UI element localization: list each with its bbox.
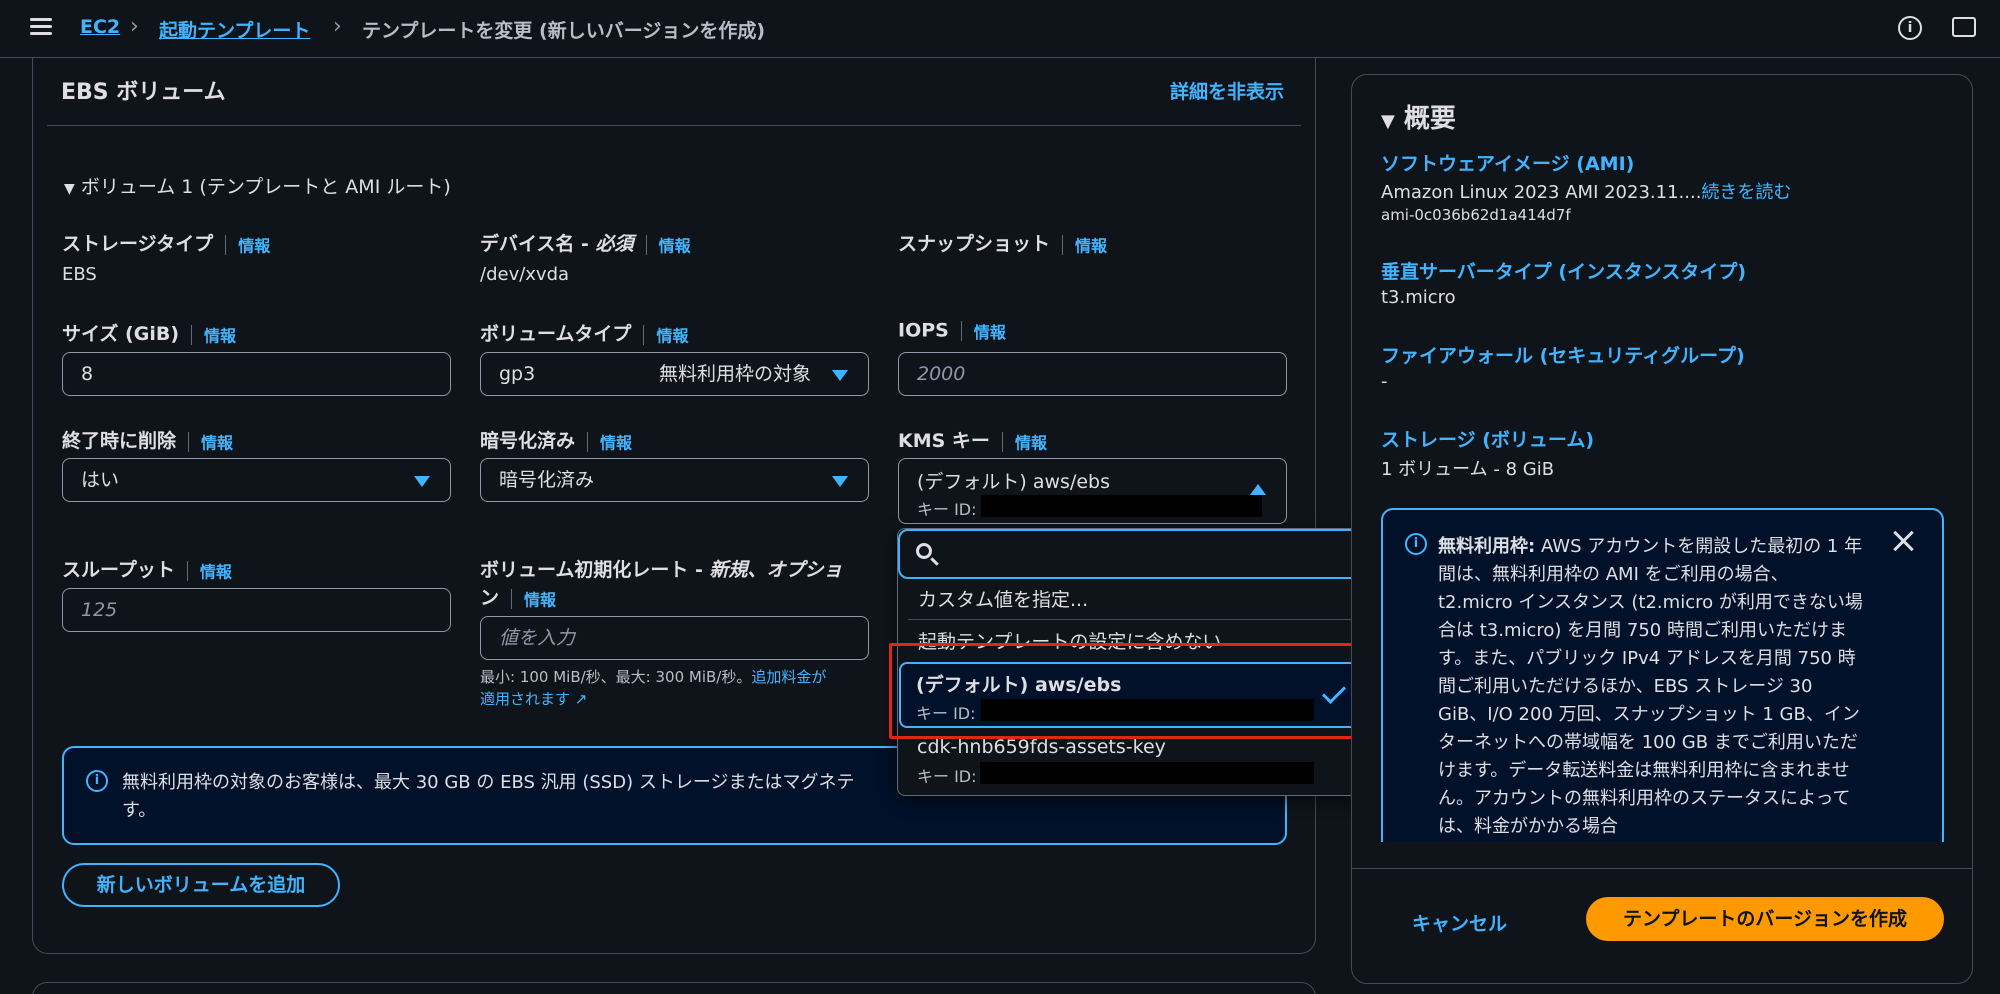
volume-1-header: ボリューム 1 (テンプレートと AMI ルート) xyxy=(80,176,451,198)
init-rate-info-link[interactable]: 情報 xyxy=(524,591,556,610)
free-tier-eligible-tag: 無料利用枠の対象 xyxy=(659,363,812,385)
kms-key-select[interactable]: (デフォルト) aws/ebs キー ID: xyxy=(898,458,1287,524)
delete-on-termination-value: はい xyxy=(81,469,120,491)
init-rate-hint: 最小: 100 MiB/秒、最大: 300 MiB/秒。追加料金が xyxy=(480,668,827,686)
kms-key-value: (デフォルト) aws/ebs xyxy=(917,471,1110,493)
storage-link[interactable]: ストレージ (ボリューム) xyxy=(1381,425,1594,452)
chevron-right-icon: › xyxy=(130,14,139,39)
divider xyxy=(908,619,1355,620)
storage-type-label: ストレージタイプ 情報 xyxy=(62,233,271,256)
ami-id: ami-0c036b62d1a414d7f xyxy=(1381,206,1571,224)
caret-down-icon xyxy=(414,476,430,487)
storage-type-info-link[interactable]: 情報 xyxy=(238,237,270,256)
delete-on-termination-info-link[interactable]: 情報 xyxy=(201,434,233,453)
throughput-input[interactable]: 125 xyxy=(62,588,451,632)
redacted-key-id xyxy=(980,762,1314,784)
throughput-info-link[interactable]: 情報 xyxy=(200,563,232,582)
hide-details-link[interactable]: 詳細を非表示 xyxy=(1170,77,1284,104)
breadcrumb-launch-templates[interactable]: 起動テンプレート xyxy=(159,16,310,43)
device-name-value: /dev/xvda xyxy=(480,264,570,285)
delete-on-termination-label: 終了時に削除 情報 xyxy=(62,430,234,453)
volume-type-select[interactable]: gp3 無料利用枠の対象 xyxy=(480,352,869,396)
storage-value: 1 ボリューム - 8 GiB xyxy=(1381,459,1555,480)
search-icon xyxy=(916,543,932,559)
volume-type-value: gp3 xyxy=(499,363,536,385)
encrypted-label: 暗号化済み 情報 xyxy=(480,430,633,453)
snapshot-label: スナップショット 情報 xyxy=(898,233,1108,256)
kms-key-id-label: キー ID: xyxy=(917,500,977,519)
search-icon-handle xyxy=(930,557,939,566)
volume-1-expander[interactable]: ▼ ボリューム 1 (テンプレートと AMI ルート) xyxy=(64,172,451,199)
info-icon: i xyxy=(1405,533,1427,555)
cancel-button[interactable]: キャンセル xyxy=(1412,909,1507,936)
divider xyxy=(1351,868,1973,869)
option-key-id-label: キー ID: xyxy=(917,767,977,786)
info-icon[interactable]: i xyxy=(1898,16,1922,40)
storage-type-value: EBS xyxy=(62,264,97,285)
top-navigation-bar: EC2 › 起動テンプレート › テンプレートを変更 (新しいバージョンを作成)… xyxy=(0,0,2000,58)
encrypted-select[interactable]: 暗号化済み xyxy=(480,458,869,502)
firewall-value: - xyxy=(1381,371,1388,392)
throughput-label: スループット 情報 xyxy=(62,559,232,582)
caret-down-icon: ▼ xyxy=(64,181,75,197)
create-template-version-button[interactable]: テンプレートのバージョンを作成 xyxy=(1586,897,1944,941)
snapshot-info-link[interactable]: 情報 xyxy=(1075,237,1107,256)
caret-down-icon xyxy=(832,476,848,487)
menu-icon[interactable] xyxy=(30,18,52,36)
encrypted-info-link[interactable]: 情報 xyxy=(600,434,632,453)
ami-value: Amazon Linux 2023 AMI 2023.11....続きを読む xyxy=(1381,182,1792,203)
caret-down-icon: ▼ xyxy=(1381,111,1395,132)
redacted-key-id xyxy=(981,495,1262,517)
breadcrumb-current: テンプレートを変更 (新しいバージョンを作成) xyxy=(362,20,766,42)
read-more-link[interactable]: 続きを読む xyxy=(1701,182,1791,203)
add-new-volume-button[interactable]: 新しいボリュームを追加 xyxy=(62,863,340,907)
next-section-panel xyxy=(32,982,1316,994)
free-tier-summary-text: 無料利用枠: AWS アカウントを開設した最初の 1 年間は、無料利用枠の AM… xyxy=(1438,536,1863,837)
kms-option-cdk-assets-key[interactable]: cdk-hnb659fds-assets-key xyxy=(917,736,1166,758)
volume-type-info-link[interactable]: 情報 xyxy=(656,327,688,346)
init-rate-hint-line2: 適用されます ↗ xyxy=(480,688,587,710)
highlight-annotation-box xyxy=(889,643,1377,739)
info-icon: i xyxy=(86,770,108,792)
device-name-info-link[interactable]: 情報 xyxy=(659,237,691,256)
summary-header[interactable]: ▼ 概要 xyxy=(1381,98,1456,135)
divider xyxy=(47,125,1301,126)
breadcrumb-ec2[interactable]: EC2 xyxy=(80,16,120,38)
device-name-label: デバイス名 - 必須 情報 xyxy=(480,233,691,256)
chevron-right-icon: › xyxy=(333,14,342,39)
external-link-icon: ↗ xyxy=(574,690,588,708)
summary-title: 概要 xyxy=(1403,104,1456,134)
additional-charges-link[interactable]: 追加料金が xyxy=(751,668,826,686)
free-tier-alert-text: 無料利用枠の対象のお客様は、最大 30 GB の EBS 汎用 (SSD) スト… xyxy=(122,772,855,793)
firewall-link[interactable]: ファイアウォール (セキュリティグループ) xyxy=(1381,341,1745,368)
ebs-volumes-title: EBS ボリューム xyxy=(61,80,226,105)
kms-key-info-link[interactable]: 情報 xyxy=(1015,434,1047,453)
delete-on-termination-select[interactable]: はい xyxy=(62,458,451,502)
volume-type-label: ボリュームタイプ 情報 xyxy=(480,323,689,346)
iops-input[interactable]: 2000 xyxy=(898,352,1287,396)
iops-label: IOPS 情報 xyxy=(898,319,1006,343)
instance-type-value: t3.micro xyxy=(1381,287,1456,308)
feedback-icon[interactable] xyxy=(1952,17,1976,37)
close-icon[interactable] xyxy=(1890,528,1916,554)
size-input[interactable]: 8 xyxy=(62,352,451,396)
instance-type-link[interactable]: 垂直サーバータイプ (インスタンスタイプ) xyxy=(1381,257,1746,284)
kms-key-label: KMS キー 情報 xyxy=(898,430,1047,453)
ami-link[interactable]: ソフトウェアイメージ (AMI) xyxy=(1381,149,1634,176)
size-info-link[interactable]: 情報 xyxy=(204,327,236,346)
init-rate-label: ボリューム初期化レート - 新規、オプショ xyxy=(480,559,843,581)
caret-down-icon xyxy=(832,370,848,381)
iops-info-link[interactable]: 情報 xyxy=(974,323,1006,342)
encrypted-value: 暗号化済み xyxy=(499,469,595,491)
free-tier-alert-text-line2: す。 xyxy=(122,800,157,821)
kms-key-search-input[interactable] xyxy=(898,529,1367,579)
caret-up-icon xyxy=(1250,484,1266,495)
additional-charges-link-2[interactable]: 適用されます xyxy=(480,690,570,708)
size-label: サイズ (GiB) 情報 xyxy=(62,323,237,346)
custom-value-option[interactable]: カスタム値を指定... xyxy=(898,585,1365,612)
init-rate-input[interactable]: 値を入力 xyxy=(480,616,869,660)
init-rate-label-line2: ン情報 xyxy=(480,587,557,610)
